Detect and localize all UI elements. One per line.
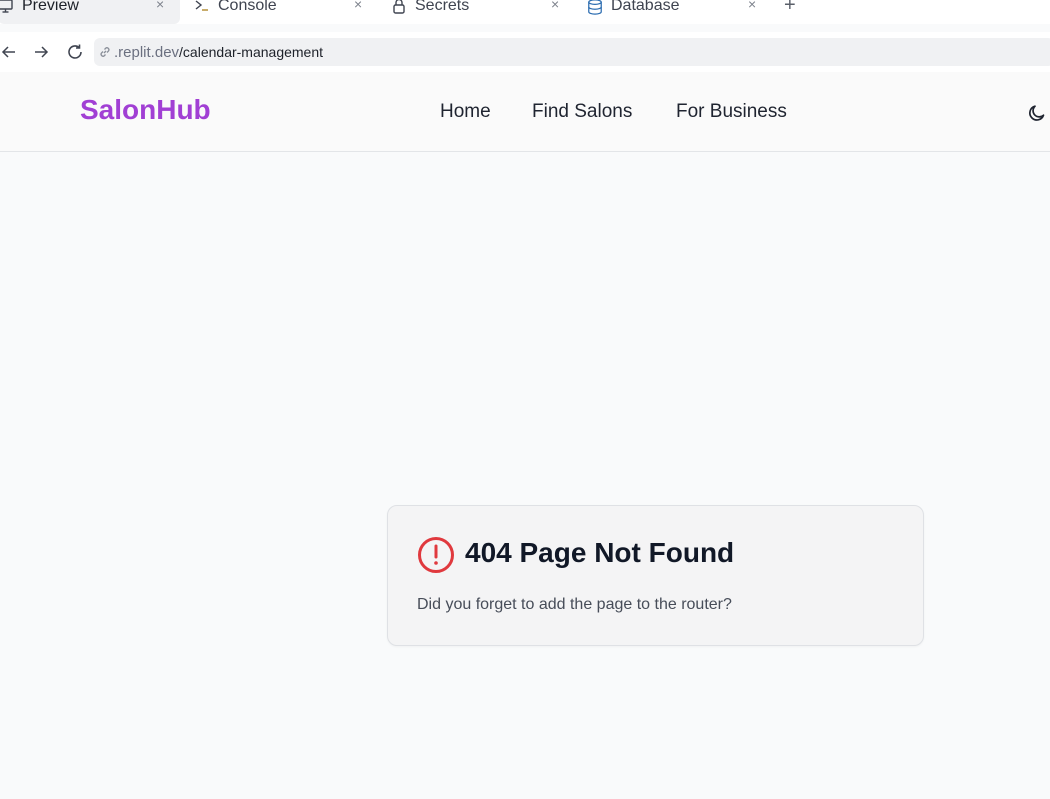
lock-icon (391, 0, 407, 14)
terminal-icon (194, 0, 210, 14)
close-icon[interactable]: × (748, 0, 756, 12)
forward-button[interactable] (32, 43, 50, 61)
tab-label: Console (218, 0, 277, 14)
tab-label: Preview (22, 0, 79, 14)
reload-icon (68, 44, 82, 59)
browser-tab-bar: Preview × Console × Secrets × Database ×… (0, 0, 1050, 24)
monitor-icon (0, 0, 14, 14)
close-icon[interactable]: × (551, 0, 559, 12)
url-field[interactable]: .replit.dev/calendar-management (94, 38, 1050, 66)
tab-label: Secrets (415, 0, 470, 14)
nav-for-business[interactable]: For Business (676, 101, 787, 123)
database-icon (587, 0, 603, 15)
tab-label: Database (611, 0, 680, 14)
alert-circle-icon (417, 536, 455, 574)
tab-console[interactable]: Console × (194, 0, 374, 24)
theme-toggle-button[interactable] (1026, 102, 1048, 124)
nav-home[interactable]: Home (440, 101, 491, 123)
back-button[interactable] (0, 43, 18, 61)
arrow-right-icon (35, 46, 49, 58)
new-tab-button[interactable]: + (784, 0, 796, 17)
tab-secrets[interactable]: Secrets × (391, 0, 571, 24)
site-header: SalonHub Home Find Salons For Business (0, 72, 1050, 152)
tab-database[interactable]: Database × (587, 0, 767, 24)
tab-preview[interactable]: Preview × (0, 0, 180, 24)
not-found-card: 404 Page Not Found Did you forget to add… (387, 505, 924, 646)
link-icon (98, 45, 112, 59)
url-host: .replit.dev (114, 43, 180, 61)
error-description: Did you forget to add the page to the ro… (417, 596, 732, 613)
close-icon[interactable]: × (156, 0, 164, 12)
arrow-left-icon (1, 46, 15, 58)
brand-logo[interactable]: SalonHub (80, 94, 211, 126)
address-bar-row: .replit.dev/calendar-management (0, 32, 1050, 72)
reload-button[interactable] (66, 43, 84, 61)
url-path: /calendar-management (179, 44, 324, 60)
nav-find-salons[interactable]: Find Salons (532, 101, 632, 123)
close-icon[interactable]: × (354, 0, 362, 12)
moon-icon (1029, 105, 1045, 121)
error-title: 404 Page Not Found (465, 537, 735, 568)
